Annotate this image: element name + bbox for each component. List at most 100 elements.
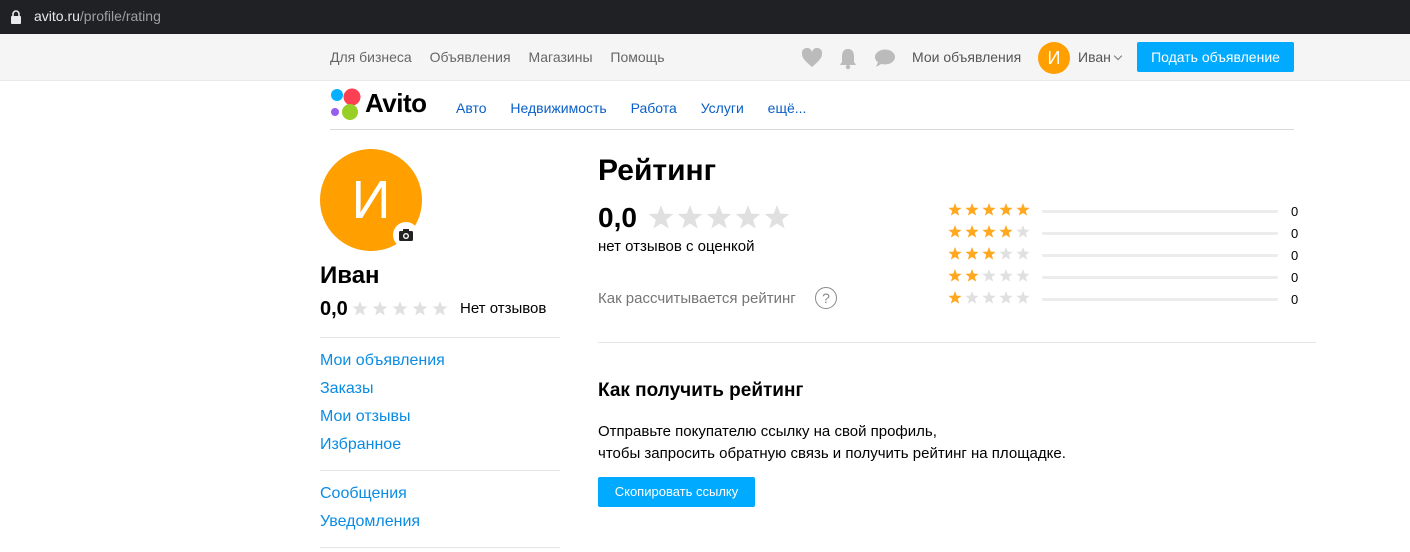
top-nav-ads[interactable]: Объявления	[430, 49, 511, 65]
star-empty-icon	[999, 291, 1013, 304]
url-text: avito.ru/profile/rating	[34, 8, 161, 24]
how-to-get-title: Как получить рейтинг	[598, 380, 804, 401]
star-empty-icon	[999, 247, 1013, 260]
profile-reviews-text[interactable]: Нет отзывов	[460, 300, 546, 317]
star-filled-icon	[1016, 203, 1030, 216]
star-filled-icon	[965, 269, 979, 282]
profile-rating-value: 0,0	[320, 298, 348, 320]
category-nav: Авто Недвижимость Работа Услуги ещё...	[456, 100, 826, 116]
star-filled-icon	[999, 225, 1013, 238]
section-divider	[598, 342, 1316, 343]
question-icon[interactable]: ?	[815, 287, 837, 309]
star-filled-icon	[948, 247, 962, 260]
header-divider	[330, 129, 1294, 130]
lock-icon	[11, 10, 21, 24]
top-nav-business[interactable]: Для бизнеса	[330, 49, 412, 65]
star-empty-icon	[352, 301, 368, 316]
rating-row-5-stars: 0	[948, 202, 1308, 222]
star-filled-icon	[948, 203, 962, 216]
star-empty-icon	[1016, 269, 1030, 282]
rating-count: 0	[1291, 204, 1299, 219]
star-empty-icon	[648, 205, 674, 229]
rating-count: 0	[1291, 270, 1299, 285]
category-auto[interactable]: Авто	[456, 100, 487, 116]
sidebar-item-my-reviews[interactable]: Мои отзывы	[320, 408, 411, 426]
user-avatar[interactable]: И	[1038, 42, 1070, 74]
change-photo-button[interactable]	[393, 222, 419, 248]
description-line: чтобы запросить обратную связь и получит…	[598, 445, 1066, 462]
star-empty-icon	[1016, 291, 1030, 304]
rating-row-3-stars: 0	[948, 246, 1308, 266]
sidebar-item-notifications[interactable]: Уведомления	[320, 513, 420, 531]
star-filled-icon	[982, 225, 996, 238]
star-empty-icon	[965, 291, 979, 304]
sidebar-item-my-ads[interactable]: Мои объявления	[320, 352, 445, 370]
star-filled-icon	[948, 269, 962, 282]
star-empty-icon	[392, 301, 408, 316]
row-stars	[948, 247, 1030, 260]
rating-count: 0	[1291, 248, 1299, 263]
rating-value: 0,0	[598, 202, 637, 233]
star-empty-icon	[982, 291, 996, 304]
sidebar-item-messages[interactable]: Сообщения	[320, 485, 407, 503]
row-stars	[948, 291, 1030, 304]
camera-icon	[399, 229, 413, 241]
category-services[interactable]: Услуги	[701, 100, 744, 116]
sidebar-divider	[320, 470, 560, 471]
row-stars	[948, 225, 1030, 238]
star-empty-icon	[999, 269, 1013, 282]
logo-text[interactable]: Avito	[365, 88, 427, 119]
top-nav-shops[interactable]: Магазины	[528, 49, 592, 65]
star-filled-icon	[982, 203, 996, 216]
star-empty-icon	[677, 205, 703, 229]
rating-bar	[1042, 232, 1278, 235]
star-filled-icon	[948, 225, 962, 238]
sidebar-divider	[320, 337, 560, 338]
star-empty-icon	[412, 301, 428, 316]
rating-row-1-stars: 0	[948, 290, 1308, 310]
post-ad-button[interactable]: Подать объявление	[1137, 42, 1294, 72]
star-filled-icon	[965, 225, 979, 238]
category-realty[interactable]: Недвижимость	[510, 100, 606, 116]
rating-row-4-stars: 0	[948, 224, 1308, 244]
top-nav-help[interactable]: Помощь	[610, 49, 664, 65]
rating-bar	[1042, 210, 1278, 213]
bell-icon[interactable]	[838, 48, 858, 70]
chevron-down-icon	[1113, 51, 1123, 61]
star-empty-icon	[764, 205, 790, 229]
rating-count: 0	[1291, 226, 1299, 241]
category-jobs[interactable]: Работа	[631, 100, 677, 116]
star-empty-icon	[1016, 225, 1030, 238]
browser-address-bar[interactable]: avito.ru/profile/rating	[0, 0, 1410, 34]
no-reviews-text: нет отзывов с оценкой	[598, 238, 755, 255]
star-filled-icon	[999, 203, 1013, 216]
star-filled-icon	[982, 247, 996, 260]
star-empty-icon	[432, 301, 448, 316]
star-empty-icon	[1016, 247, 1030, 260]
rating-bar	[1042, 298, 1278, 301]
sidebar-divider	[320, 547, 560, 548]
top-nav: Для бизнеса Объявления Магазины Помощь	[330, 49, 679, 65]
how-to-get-description: Отправьте покупателю ссылку на свой проф…	[598, 421, 1066, 465]
top-bar: Для бизнеса Объявления Магазины Помощь М…	[0, 34, 1410, 81]
star-empty-icon	[372, 301, 388, 316]
page-title: Рейтинг	[598, 154, 717, 187]
user-menu[interactable]: Иван	[1078, 49, 1123, 65]
profile-name: Иван	[320, 262, 380, 289]
description-line: Отправьте покупателю ссылку на свой проф…	[598, 423, 937, 440]
sidebar-item-orders[interactable]: Заказы	[320, 380, 373, 398]
category-more[interactable]: ещё...	[768, 100, 807, 116]
sidebar-item-favorites[interactable]: Избранное	[320, 436, 401, 454]
rating-row-2-stars: 0	[948, 268, 1308, 288]
row-stars	[948, 269, 1030, 282]
heart-icon[interactable]	[801, 48, 823, 68]
avito-logo-icon[interactable]	[330, 88, 362, 120]
chat-icon[interactable]	[874, 48, 896, 68]
rating-bar	[1042, 254, 1278, 257]
rating-stars	[648, 205, 790, 229]
copy-link-button[interactable]: Скопировать ссылку	[598, 477, 755, 507]
how-rating-calculated-link[interactable]: Как рассчитывается рейтинг	[598, 290, 796, 307]
star-empty-icon	[735, 205, 761, 229]
my-ads-link[interactable]: Мои объявления	[912, 49, 1021, 65]
profile-rating-stars	[352, 301, 448, 316]
